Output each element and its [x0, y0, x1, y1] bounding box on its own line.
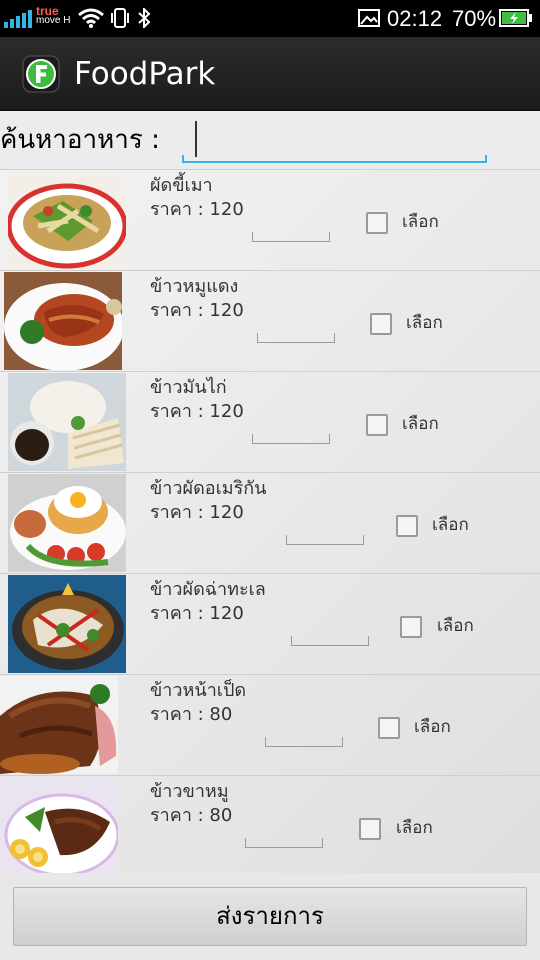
app-title: FoodPark — [74, 56, 216, 92]
action-bar: FoodPark — [0, 37, 540, 111]
food-image-phad-khi-mao — [8, 171, 126, 269]
food-name: ข้าวหมูแดง — [150, 276, 239, 297]
food-name: ข้าวขาหมู — [150, 781, 229, 802]
text-cursor — [195, 121, 197, 157]
quantity-input[interactable] — [252, 434, 330, 444]
food-name: ข้าวมันไก่ — [150, 377, 227, 398]
wifi-icon — [78, 8, 104, 28]
foodpark-logo-icon[interactable] — [22, 55, 60, 93]
food-list: ผัดขี้เมา ราคา : 120 เลือก ข้าวหมูแดง รา… — [0, 169, 540, 876]
search-input-underline — [182, 155, 487, 163]
food-name: ข้าวผัดอเมริกัน — [150, 478, 267, 499]
select-checkbox[interactable] — [366, 212, 388, 234]
food-image-khao-kha-mu — [0, 777, 118, 875]
list-item[interactable]: ข้าวหน้าเป็ด ราคา : 80 เลือก — [0, 674, 540, 775]
food-image-khao-phat-cha-thale — [8, 575, 126, 673]
select-checkbox[interactable] — [370, 313, 392, 335]
list-item[interactable]: ข้าวผัดฉ่าทะเล ราคา : 120 เลือก — [0, 573, 540, 674]
food-price: ราคา : 120 — [150, 401, 244, 422]
battery-percent: 70% — [452, 6, 497, 31]
food-price: ราคา : 120 — [150, 300, 244, 321]
food-price: ราคา : 120 — [150, 603, 244, 624]
quantity-input[interactable] — [252, 232, 330, 242]
food-price: ราคา : 80 — [150, 704, 233, 725]
search-row: ค้นหาอาหาร : — [0, 111, 540, 169]
food-image-khao-phat-american — [8, 474, 126, 572]
quantity-input[interactable] — [265, 737, 343, 747]
quantity-input[interactable] — [286, 535, 364, 545]
select-label: เลือก — [396, 818, 433, 838]
list-item[interactable]: ผัดขี้เมา ราคา : 120 เลือก — [0, 169, 540, 270]
food-price: ราคา : 120 — [150, 502, 244, 523]
search-label: ค้นหาอาหาร : — [0, 125, 160, 155]
food-image-khao-man-kai — [8, 373, 126, 471]
select-label: เลือก — [406, 313, 443, 333]
list-item[interactable]: ข้าวขาหมู ราคา : 80 เลือก — [0, 775, 540, 876]
select-label: เลือก — [402, 212, 439, 232]
food-name: ข้าวผัดฉ่าทะเล — [150, 579, 266, 600]
screenshot-icon — [358, 9, 380, 27]
submit-order-button[interactable]: ส่งรายการ — [13, 887, 527, 946]
bottom-bar: ส่งรายการ — [0, 873, 540, 960]
list-item[interactable]: ข้าวหมูแดง ราคา : 120 เลือก — [0, 270, 540, 371]
select-checkbox[interactable] — [378, 717, 400, 739]
battery-charging-icon — [499, 9, 532, 27]
select-label: เลือก — [437, 616, 474, 636]
status-bar: true move H 02:12 70% — [0, 0, 540, 37]
bluetooth-icon — [138, 8, 151, 28]
select-label: เลือก — [432, 515, 469, 535]
quantity-input[interactable] — [257, 333, 335, 343]
food-price: ราคา : 80 — [150, 805, 233, 826]
select-checkbox[interactable] — [400, 616, 422, 638]
signal-icon — [4, 10, 32, 28]
quantity-input[interactable] — [245, 838, 323, 848]
food-price: ราคา : 120 — [150, 199, 244, 220]
list-item[interactable]: ข้าวมันไก่ ราคา : 120 เลือก — [0, 371, 540, 472]
select-checkbox[interactable] — [396, 515, 418, 537]
clock: 02:12 — [387, 6, 443, 31]
select-label: เลือก — [414, 717, 451, 737]
food-name: ผัดขี้เมา — [150, 175, 213, 196]
select-checkbox[interactable] — [359, 818, 381, 840]
list-item[interactable]: ข้าวผัดอเมริกัน ราคา : 120 เลือก — [0, 472, 540, 573]
food-name: ข้าวหน้าเป็ด — [150, 680, 247, 701]
select-checkbox[interactable] — [366, 414, 388, 436]
food-image-khao-mu-daeng — [4, 272, 122, 370]
quantity-input[interactable] — [291, 636, 369, 646]
select-label: เลือก — [402, 414, 439, 434]
vibrate-icon — [111, 8, 129, 28]
food-image-khao-na-pet — [0, 676, 118, 774]
carrier-label: true move H — [36, 4, 71, 26]
